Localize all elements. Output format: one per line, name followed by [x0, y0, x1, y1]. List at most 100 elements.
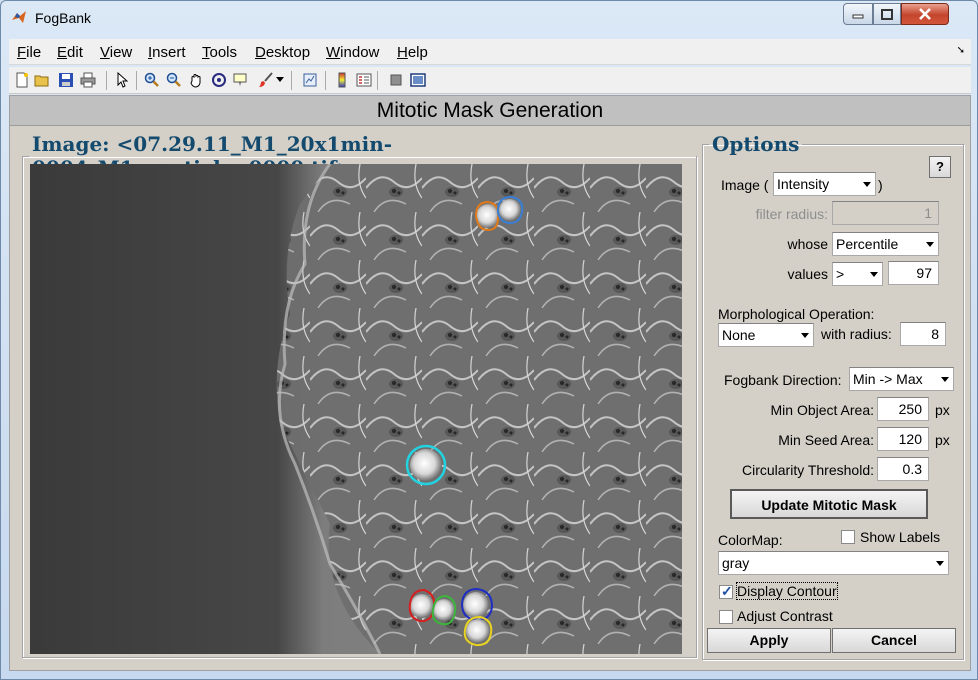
menu-file[interactable]: File [17, 44, 41, 61]
min-seed-area-label: Min Seed Area: [778, 432, 874, 448]
dock-arrow-icon[interactable]: ➘ [957, 45, 965, 56]
circularity-threshold-field[interactable]: 0.3 [877, 457, 929, 481]
help-button[interactable]: ? [929, 156, 951, 178]
page-title: Mitotic Mask Generation [10, 96, 970, 126]
toolbar-separator [377, 71, 378, 90]
menu-tools-mnemonic: T [202, 44, 210, 61]
menu-window[interactable]: Window [326, 44, 379, 61]
values-field[interactable]: 97 [888, 261, 939, 285]
whose-dropdown[interactable]: Percentile [832, 232, 939, 256]
values-operator-value: > [836, 266, 845, 282]
rotate-3d-icon[interactable] [210, 71, 228, 89]
matlab-icon [12, 11, 26, 23]
minimize-icon [852, 14, 864, 19]
zoom-in-icon[interactable] [143, 71, 161, 89]
minimize-button[interactable] [843, 3, 873, 25]
menu-help[interactable]: Help [397, 44, 428, 61]
link-plot-icon[interactable] [301, 71, 319, 89]
menu-insert-rest: nsert [152, 44, 186, 61]
save-icon[interactable] [57, 71, 75, 89]
min-seed-area-field[interactable]: 120 [877, 427, 929, 451]
menu-tools[interactable]: Tools [202, 44, 237, 61]
update-mitotic-mask-button[interactable]: Update Mitotic Mask [730, 489, 928, 519]
min-seed-area-unit: px [935, 432, 950, 448]
menu-help-rest: elp [407, 44, 428, 61]
fogbank-direction-dropdown[interactable]: Min -> Max [849, 367, 954, 391]
menu-file-mnemonic: F [17, 44, 27, 61]
brush-icon[interactable] [257, 71, 275, 89]
options-panel-title: Options [712, 132, 800, 156]
menu-desktop-rest: esktop [265, 44, 311, 61]
open-file-icon[interactable] [33, 71, 51, 89]
menu-help-mnemonic: H [397, 44, 408, 61]
chevron-down-icon [859, 173, 875, 195]
figure-toolbar [9, 67, 971, 94]
adjust-contrast-checkbox[interactable] [719, 610, 733, 624]
menu-bar: File Edit View Insert Tools Desktop Wind… [9, 39, 971, 65]
colormap-value: gray [722, 555, 750, 571]
toolbar-separator [325, 71, 326, 90]
chevron-down-icon [932, 552, 948, 574]
colormap-dropdown[interactable]: gray [718, 551, 949, 575]
hide-plot-tools-icon[interactable] [387, 71, 405, 89]
adjust-contrast-label[interactable]: Adjust Contrast [737, 608, 833, 624]
with-radius-field[interactable]: 8 [900, 322, 946, 346]
show-labels-label[interactable]: Show Labels [860, 529, 940, 545]
insert-legend-icon[interactable] [355, 71, 373, 89]
display-contour-checkbox[interactable] [719, 583, 733, 600]
print-icon[interactable] [79, 71, 97, 89]
chevron-down-icon [866, 263, 882, 285]
whose-value: Percentile [836, 236, 899, 252]
morph-operation-label: Morphological Operation: [718, 306, 875, 322]
close-icon [919, 8, 931, 20]
select-pointer-icon[interactable] [113, 71, 131, 89]
apply-button[interactable]: Apply [707, 628, 831, 653]
maximize-button[interactable] [873, 3, 901, 25]
title-bar[interactable]: FogBank [1, 1, 977, 35]
show-labels-checkbox[interactable] [841, 530, 855, 544]
toolbar-separator [136, 71, 137, 90]
min-object-area-field[interactable]: 250 [877, 397, 929, 421]
zoom-out-icon[interactable] [165, 71, 183, 89]
show-plot-tools-icon[interactable] [409, 71, 427, 89]
morph-operation-dropdown[interactable]: None [718, 323, 814, 347]
microscopy-image [30, 164, 682, 654]
close-button[interactable] [901, 3, 949, 25]
values-label: values [787, 266, 828, 282]
menu-tools-rest: ools [209, 44, 238, 61]
new-figure-icon[interactable] [13, 71, 31, 89]
figure-canvas: Mitotic Mask Generation Image: <07.29.11… [9, 95, 971, 671]
chevron-down-icon [922, 233, 938, 255]
menu-insert[interactable]: Insert [148, 44, 186, 61]
chevron-down-icon [937, 368, 953, 390]
window-title: FogBank [35, 10, 92, 26]
circularity-threshold-label: Circularity Threshold: [741, 462, 874, 478]
colormap-label: ColorMap: [718, 532, 783, 548]
menu-desktop[interactable]: Desktop [255, 44, 310, 61]
data-cursor-icon[interactable] [231, 71, 249, 89]
brush-dropdown-arrow[interactable] [275, 71, 285, 89]
menu-window-rest: indow [340, 44, 380, 61]
min-object-area-unit: px [935, 402, 950, 418]
insert-colorbar-icon[interactable] [333, 71, 351, 89]
values-operator-dropdown[interactable]: > [832, 262, 883, 286]
pan-hand-icon[interactable] [187, 71, 205, 89]
menu-view[interactable]: View [100, 44, 132, 61]
display-contour-label[interactable]: Display Contour [736, 582, 838, 600]
fogbank-direction-label: Fogbank Direction: [724, 372, 842, 388]
filter-radius-label: filter radius: [755, 206, 828, 222]
toolbar-separator [291, 71, 292, 90]
cancel-button[interactable]: Cancel [832, 628, 956, 653]
menu-window-mnemonic: W [326, 44, 341, 61]
menu-edit[interactable]: Edit [57, 44, 83, 61]
morph-operation-value: None [722, 327, 756, 343]
menu-desktop-mnemonic: D [255, 44, 266, 61]
menu-view-rest: iew [109, 44, 133, 61]
cell-image[interactable] [30, 164, 682, 654]
with-radius-label: with radius: [821, 326, 892, 342]
fogbank-direction-value: Min -> Max [853, 371, 923, 387]
toolbar-separator [106, 71, 107, 90]
maximize-icon [881, 8, 893, 20]
filter-radius-field: 1 [832, 201, 939, 225]
image-source-dropdown[interactable]: Intensity [773, 172, 876, 196]
